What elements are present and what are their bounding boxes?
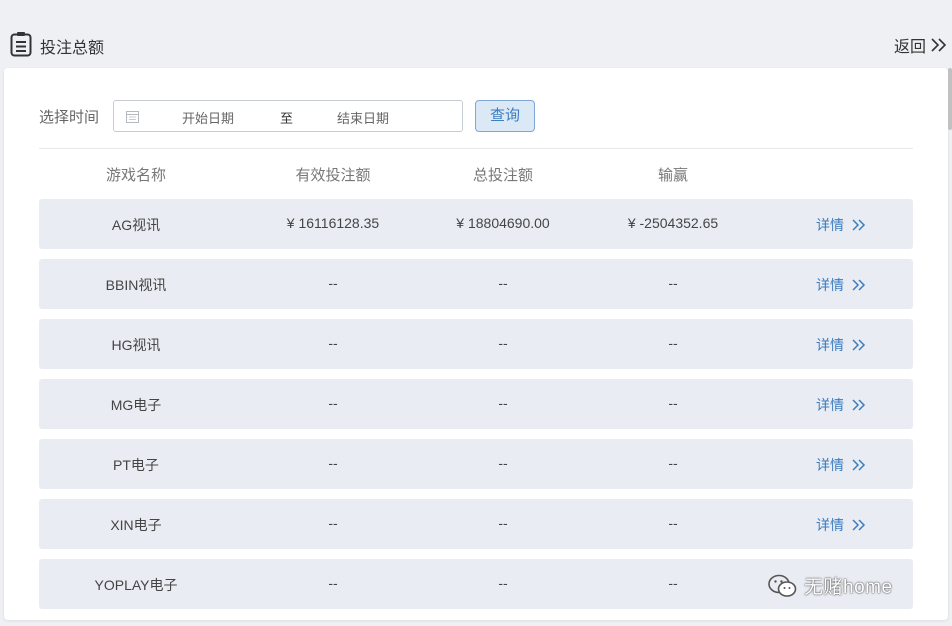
watermark-text: 无赌home (804, 577, 893, 598)
column-header-game-name: 游戏名称 (105, 167, 166, 184)
game-name: BBIN视讯 (105, 277, 167, 293)
page-header: 投注总额 返回 (0, 0, 952, 68)
win-loss-value: -- (668, 395, 678, 411)
wechat-icon (768, 574, 797, 597)
detail-label: 详情 (816, 517, 844, 533)
divider (39, 148, 913, 149)
game-name: YOPLAY电子 (94, 577, 178, 593)
win-loss-value: -- (668, 335, 678, 351)
detail-link[interactable]: 详情 (816, 335, 866, 355)
table-row: HG视讯 -- -- -- 详情 (39, 319, 913, 369)
double-chevron-right-icon (852, 459, 866, 471)
watermark: 无赌home (768, 572, 893, 599)
win-loss-value: -- (668, 515, 678, 531)
table-row: XIN电子 -- -- -- 详情 (39, 499, 913, 549)
game-name: MG电子 (110, 397, 162, 413)
detail-label: 详情 (816, 217, 844, 233)
start-date-input[interactable]: 开始日期 (182, 108, 234, 127)
double-chevron-right-icon (852, 279, 866, 291)
detail-link[interactable]: 详情 (816, 395, 866, 415)
double-chevron-right-icon (852, 519, 866, 531)
double-chevron-right-icon (852, 219, 866, 231)
table-header: 游戏名称 有效投注额 总投注额 输赢 (39, 164, 913, 186)
table-row: AG视讯 ¥ 16116128.35 ¥ 18804690.00 ¥ -2504… (39, 199, 913, 249)
game-name: HG视讯 (111, 337, 161, 353)
double-chevron-right-icon (931, 38, 947, 52)
page-title: 投注总额 (40, 40, 105, 57)
win-loss-value: -- (668, 455, 678, 471)
double-chevron-right-icon (852, 339, 866, 351)
bet-summary-panel: 选择时间 开始日期 至 结束日期 查询 游戏名称 有效投注额 总投注额 输赢 A… (4, 68, 948, 620)
win-loss-value: ¥ -2504352.65 (627, 215, 719, 231)
detail-label: 详情 (816, 277, 844, 293)
scrollbar[interactable] (948, 68, 952, 130)
detail-label: 详情 (816, 337, 844, 353)
clipboard-icon (10, 31, 32, 57)
game-name: PT电子 (113, 457, 159, 473)
double-chevron-right-icon (852, 399, 866, 411)
detail-label: 详情 (816, 397, 844, 413)
game-name: XIN电子 (110, 517, 162, 533)
range-separator: 至 (280, 111, 294, 126)
detail-link[interactable]: 详情 (816, 215, 866, 235)
detail-label: 详情 (816, 457, 844, 473)
detail-link[interactable]: 详情 (816, 455, 866, 475)
win-loss-value: -- (668, 575, 678, 591)
column-header-win-loss: 输赢 (657, 167, 688, 184)
game-name: AG视讯 (111, 217, 161, 233)
calendar-icon (126, 110, 139, 128)
end-date-input[interactable]: 结束日期 (337, 108, 389, 127)
detail-link[interactable]: 详情 (816, 515, 866, 535)
date-range-picker[interactable]: 开始日期 至 结束日期 (113, 100, 463, 132)
table-row: PT电子 -- -- -- 详情 (39, 439, 913, 489)
table-row: BBIN视讯 -- -- -- 详情 (39, 259, 913, 309)
back-button[interactable]: 返回 (894, 33, 948, 57)
filter-label: 选择时间 (39, 109, 100, 126)
query-button[interactable]: 查询 (475, 100, 535, 132)
detail-link[interactable]: 详情 (816, 275, 866, 295)
table-row: MG电子 -- -- -- 详情 (39, 379, 913, 429)
win-loss-value: -- (668, 275, 678, 291)
back-label: 返回 (893, 39, 926, 56)
